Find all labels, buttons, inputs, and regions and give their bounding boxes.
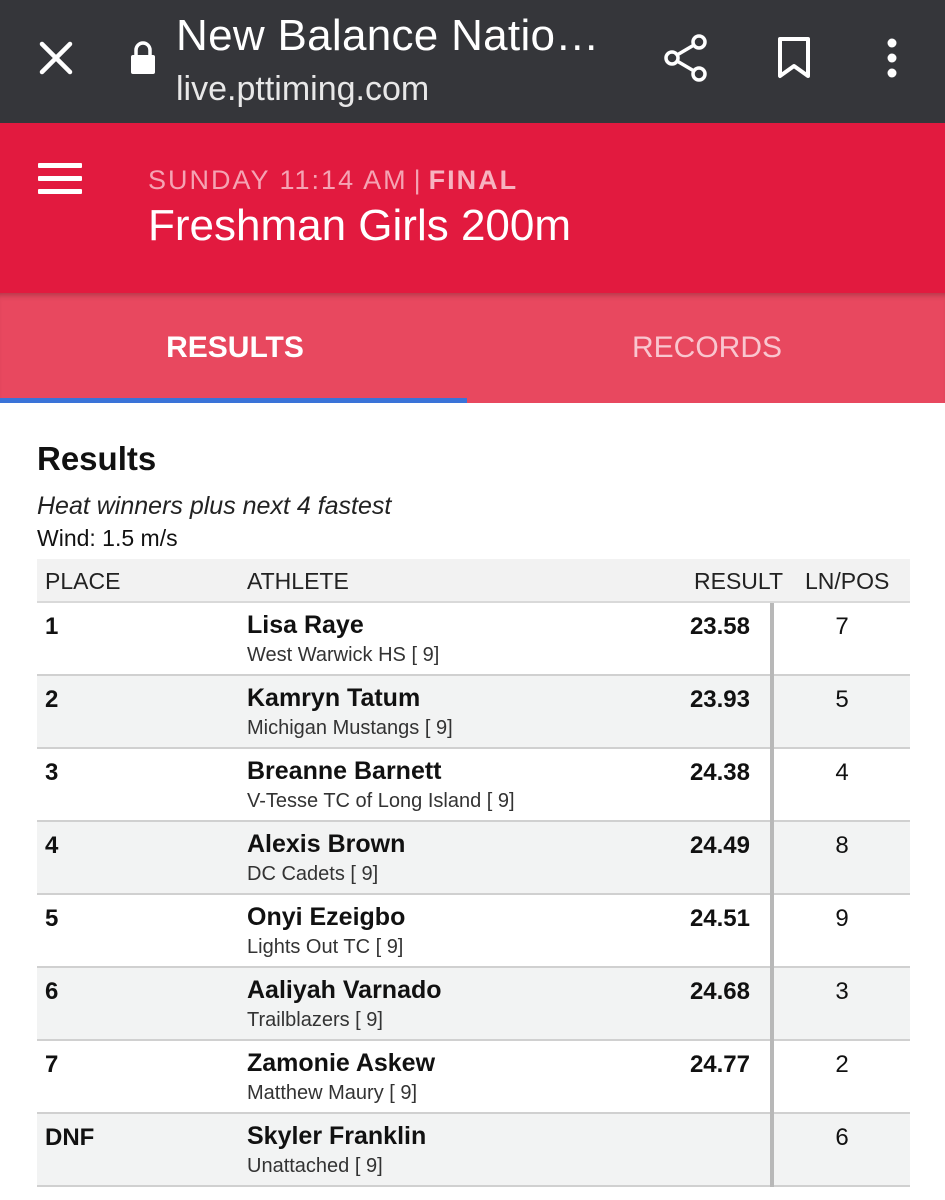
browser-toolbar: New Balance Natio… live.pttiming.com bbox=[0, 0, 945, 123]
column-header-lnpos[interactable]: LN/POS bbox=[805, 568, 889, 595]
athlete-team: Trailblazers [ 9] bbox=[247, 1009, 383, 1031]
event-title: Freshman Girls 200m bbox=[148, 201, 572, 250]
results-table: PLACE ATHLETE RESULT LN/POS 1 Lisa Raye … bbox=[37, 559, 910, 1187]
result-cell: 24.51 bbox=[689, 905, 750, 932]
result-cell: 24.49 bbox=[689, 832, 750, 859]
lnpos-cell: 4 bbox=[835, 759, 849, 786]
active-tab-indicator bbox=[0, 398, 467, 403]
table-row[interactable]: 5 Onyi Ezeigbo Lights Out TC [ 9] 24.51 … bbox=[37, 895, 910, 968]
result-cell: 23.93 bbox=[689, 686, 750, 713]
more-vert-icon[interactable] bbox=[866, 32, 918, 84]
place-cell: 4 bbox=[45, 832, 59, 859]
athlete-team: DC Cadets [ 9] bbox=[247, 863, 379, 885]
result-cell: 24.38 bbox=[689, 759, 750, 786]
share-icon[interactable] bbox=[660, 32, 712, 84]
column-header-result[interactable]: RESULT bbox=[694, 568, 783, 595]
place-cell: 6 bbox=[45, 978, 59, 1005]
qualification-note: Heat winners plus next 4 fastest bbox=[37, 492, 392, 520]
event-meta: SUNDAY 11:14 AM | FINAL bbox=[148, 165, 518, 196]
tab-bar: RESULTS RECORDS bbox=[0, 293, 945, 403]
table-row[interactable]: 1 Lisa Raye West Warwick HS [ 9] 23.58 7 bbox=[37, 603, 910, 676]
column-header-athlete[interactable]: ATHLETE bbox=[247, 568, 349, 595]
page-title: New Balance Natio… bbox=[176, 11, 600, 60]
results-heading: Results bbox=[37, 440, 157, 477]
table-row[interactable]: 6 Aaliyah Varnado Trailblazers [ 9] 24.6… bbox=[37, 968, 910, 1041]
lnpos-cell: 7 bbox=[835, 613, 849, 640]
page-url[interactable]: live.pttiming.com bbox=[176, 68, 429, 110]
lnpos-cell: 2 bbox=[835, 1051, 849, 1078]
column-header-place[interactable]: PLACE bbox=[45, 568, 120, 595]
event-day-time: SUNDAY 11:14 AM bbox=[148, 165, 408, 195]
athlete-name[interactable]: Onyi Ezeigbo bbox=[247, 903, 405, 932]
wind-reading: Wind: 1.5 m/s bbox=[37, 525, 178, 551]
table-row[interactable]: 7 Zamonie Askew Matthew Maury [ 9] 24.77… bbox=[37, 1041, 910, 1114]
lnpos-cell: 5 bbox=[835, 686, 849, 713]
athlete-name[interactable]: Aaliyah Varnado bbox=[247, 976, 442, 1005]
athlete-team: Unattached [ 9] bbox=[247, 1155, 383, 1177]
place-cell: 2 bbox=[45, 686, 59, 713]
athlete-name[interactable]: Kamryn Tatum bbox=[247, 684, 420, 713]
place-cell: 5 bbox=[45, 905, 59, 932]
lnpos-cell: 6 bbox=[835, 1124, 849, 1151]
athlete-name[interactable]: Zamonie Askew bbox=[247, 1049, 435, 1078]
hamburger-menu-icon[interactable] bbox=[38, 163, 90, 199]
close-icon[interactable] bbox=[30, 32, 82, 84]
result-cell: 24.77 bbox=[689, 1051, 750, 1078]
athlete-team: Lights Out TC [ 9] bbox=[247, 936, 404, 958]
place-cell: DNF bbox=[45, 1124, 95, 1151]
athlete-team: Michigan Mustangs [ 9] bbox=[247, 717, 453, 739]
bookmark-icon[interactable] bbox=[768, 32, 820, 84]
lnpos-cell: 9 bbox=[835, 905, 849, 932]
lock-icon bbox=[128, 38, 158, 78]
event-header: SUNDAY 11:14 AM | FINAL Freshman Girls 200… bbox=[0, 123, 945, 293]
place-cell: 3 bbox=[45, 759, 59, 786]
athlete-team: West Warwick HS [ 9] bbox=[247, 644, 440, 666]
table-header: PLACE ATHLETE RESULT LN/POS bbox=[37, 559, 910, 603]
athlete-team: Matthew Maury [ 9] bbox=[247, 1082, 418, 1104]
table-row[interactable]: 4 Alexis Brown DC Cadets [ 9] 24.49 8 bbox=[37, 822, 910, 895]
tab-records[interactable]: RECORDS bbox=[472, 293, 942, 403]
athlete-name[interactable]: Breanne Barnett bbox=[247, 757, 442, 786]
place-cell: 1 bbox=[45, 613, 59, 640]
table-row[interactable]: 2 Kamryn Tatum Michigan Mustangs [ 9] 23… bbox=[37, 676, 910, 749]
table-row[interactable]: DNF Skyler Franklin Unattached [ 9] 6 bbox=[37, 1114, 910, 1187]
lnpos-cell: 8 bbox=[835, 832, 849, 859]
result-cell: 24.68 bbox=[689, 978, 750, 1005]
athlete-name[interactable]: Skyler Franklin bbox=[247, 1122, 426, 1151]
lnpos-cell: 3 bbox=[835, 978, 849, 1005]
athlete-team: V-Tesse TC of Long Island [ 9] bbox=[247, 790, 515, 812]
athlete-name[interactable]: Alexis Brown bbox=[247, 830, 405, 859]
athlete-name[interactable]: Lisa Raye bbox=[247, 611, 364, 640]
meta-separator: | bbox=[413, 165, 423, 195]
tab-results[interactable]: RESULTS bbox=[0, 293, 470, 403]
table-row[interactable]: 3 Breanne Barnett V-Tesse TC of Long Isl… bbox=[37, 749, 910, 822]
result-cell: 23.58 bbox=[689, 613, 750, 640]
place-cell: 7 bbox=[45, 1051, 59, 1078]
event-status: FINAL bbox=[428, 165, 519, 195]
